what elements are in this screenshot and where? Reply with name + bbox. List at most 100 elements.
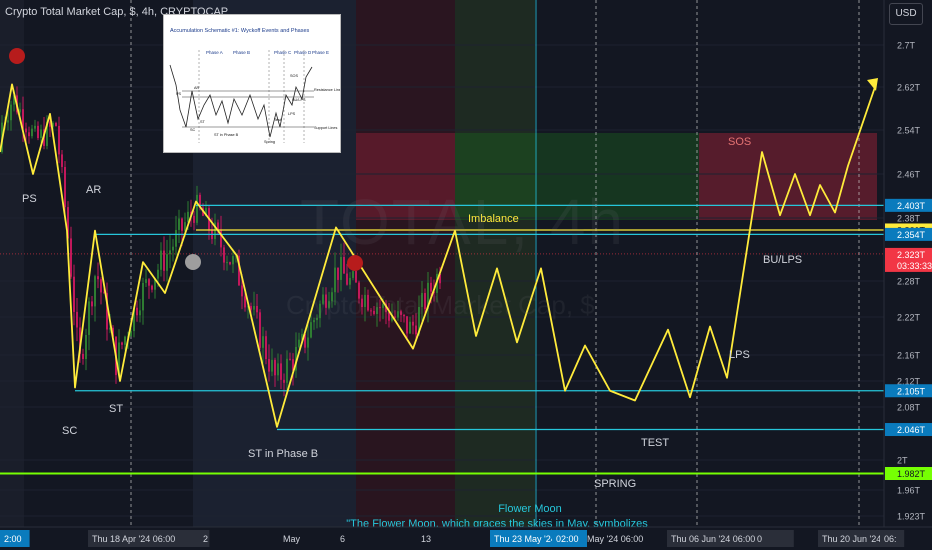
x-tick-label: 6	[340, 534, 345, 544]
inset-title: Accumulation Schematic #1: Wyckoff Event…	[170, 28, 310, 34]
y-tick-label: 2.08T	[897, 403, 921, 413]
candle-body	[121, 342, 123, 345]
annotation-label: ST	[109, 403, 123, 415]
inset-event-label: BU/LPS	[292, 98, 306, 102]
x-tick-label: Thu 06 Jun '24 06:00	[671, 534, 755, 544]
candle-body	[349, 277, 351, 285]
candle-body	[64, 166, 66, 208]
inset-event-label: SC	[190, 128, 196, 132]
candle-body	[307, 337, 309, 348]
candle-body	[271, 359, 273, 372]
candle-body	[415, 325, 417, 335]
candle-body	[232, 256, 234, 265]
annotation-label: TEST	[641, 437, 669, 449]
y-tick-label: 2.7T	[897, 41, 916, 51]
inset-event-label: Test	[274, 118, 282, 122]
candle-body	[340, 257, 342, 280]
candle-body	[355, 271, 357, 283]
candle-body	[289, 358, 291, 360]
inset-event-label: ST in Phase B	[214, 133, 239, 137]
candle-body	[148, 279, 150, 286]
candle-body	[244, 296, 246, 308]
candle-body	[337, 267, 339, 280]
x-tick-label: 2	[203, 534, 208, 544]
target-zone	[699, 133, 877, 220]
inset-phase-label: Phase C	[274, 50, 292, 55]
candle-body	[283, 379, 285, 383]
candle-body	[298, 339, 300, 347]
candle-body	[274, 359, 276, 376]
candle-body	[229, 262, 231, 265]
inset-diagram: Phase A Phase B Phase C Phase D Phase E PS SC A…	[169, 50, 340, 144]
session-band	[356, 220, 455, 525]
inset-phase-label: Phase A	[206, 50, 223, 55]
candle-body	[175, 229, 177, 247]
candle-body	[70, 238, 72, 277]
candle-body	[100, 279, 102, 293]
candle-body	[7, 120, 9, 123]
candle-body	[58, 125, 60, 155]
candle-body	[61, 154, 63, 167]
candle-body	[193, 215, 195, 223]
session-band	[0, 0, 24, 527]
candle-body	[277, 363, 279, 376]
candle-body	[412, 321, 414, 326]
candle-body	[145, 279, 147, 283]
candle-body	[163, 250, 165, 271]
annotation-label: SPRING	[594, 478, 636, 490]
price-label: 2.403T	[897, 201, 926, 211]
candle-body	[343, 257, 345, 274]
y-tick-label: 2T	[897, 456, 908, 466]
inset-phase-label: Phase E	[312, 50, 329, 55]
inset-event-label: SOS	[290, 74, 298, 78]
price-label: 2.046T	[897, 425, 926, 435]
path-arrowhead	[867, 78, 878, 91]
y-tick-label: 2.22T	[897, 313, 921, 323]
candle-body	[310, 322, 312, 338]
red-marker	[9, 48, 25, 64]
y-tick-label: 1.96T	[897, 486, 921, 496]
candle-body	[85, 334, 87, 359]
annotation-label: SOS	[728, 136, 751, 148]
candle-body	[88, 301, 90, 335]
candle-body	[160, 250, 162, 270]
x-tick-label: 2:00	[4, 534, 22, 544]
candle-body	[10, 104, 12, 121]
annotation-label: BU/LPS	[763, 254, 802, 266]
candle-body	[76, 311, 78, 328]
candle-body	[34, 125, 36, 129]
price-label: 2.354T	[897, 230, 926, 240]
annotation-label: LPS	[729, 349, 750, 361]
wyckoff-schematic-inset: Accumulation Schematic #1: Wyckoff Event…	[163, 14, 341, 153]
candle-body	[253, 305, 255, 310]
inset-phase-label: Phase D	[294, 50, 312, 55]
candle-body	[73, 276, 75, 312]
candle-body	[31, 128, 33, 137]
annotation-label: AR	[86, 184, 101, 196]
inset-event-label: Resistance Lines	[314, 88, 340, 92]
candle-body	[91, 301, 93, 307]
candle-body	[142, 282, 144, 311]
candle-body	[181, 218, 183, 231]
y-tick-label: 2.54T	[897, 126, 921, 136]
x-tick-label: Thu 20 Jun '24	[822, 534, 881, 544]
y-tick-label: 2.28T	[897, 277, 921, 287]
inset-event-label: PS	[176, 92, 182, 96]
price-chart[interactable]: PSARSCSTST in Phase BImbalanceSOSBU/LPSL…	[0, 0, 932, 550]
watermark-ticker: TOTAL, 4h	[300, 186, 626, 258]
x-tick-label: 02:00	[556, 534, 579, 544]
y-tick-label: 2.16T	[897, 351, 921, 361]
candle-body	[139, 310, 141, 316]
candle-body	[157, 269, 159, 279]
candle-body	[259, 312, 261, 348]
x-tick-label: May '24 06:00	[587, 534, 643, 544]
candle-body	[151, 285, 153, 290]
candle-body	[55, 122, 57, 126]
candle-body	[346, 273, 348, 285]
currency-button[interactable]: USD	[889, 3, 923, 25]
x-tick-label: 13	[421, 534, 431, 544]
price-label: 2.323T	[897, 250, 926, 260]
y-tick-label: 1.923T	[897, 512, 926, 522]
annotation-label: SC	[62, 425, 77, 437]
candle-body	[40, 129, 42, 139]
